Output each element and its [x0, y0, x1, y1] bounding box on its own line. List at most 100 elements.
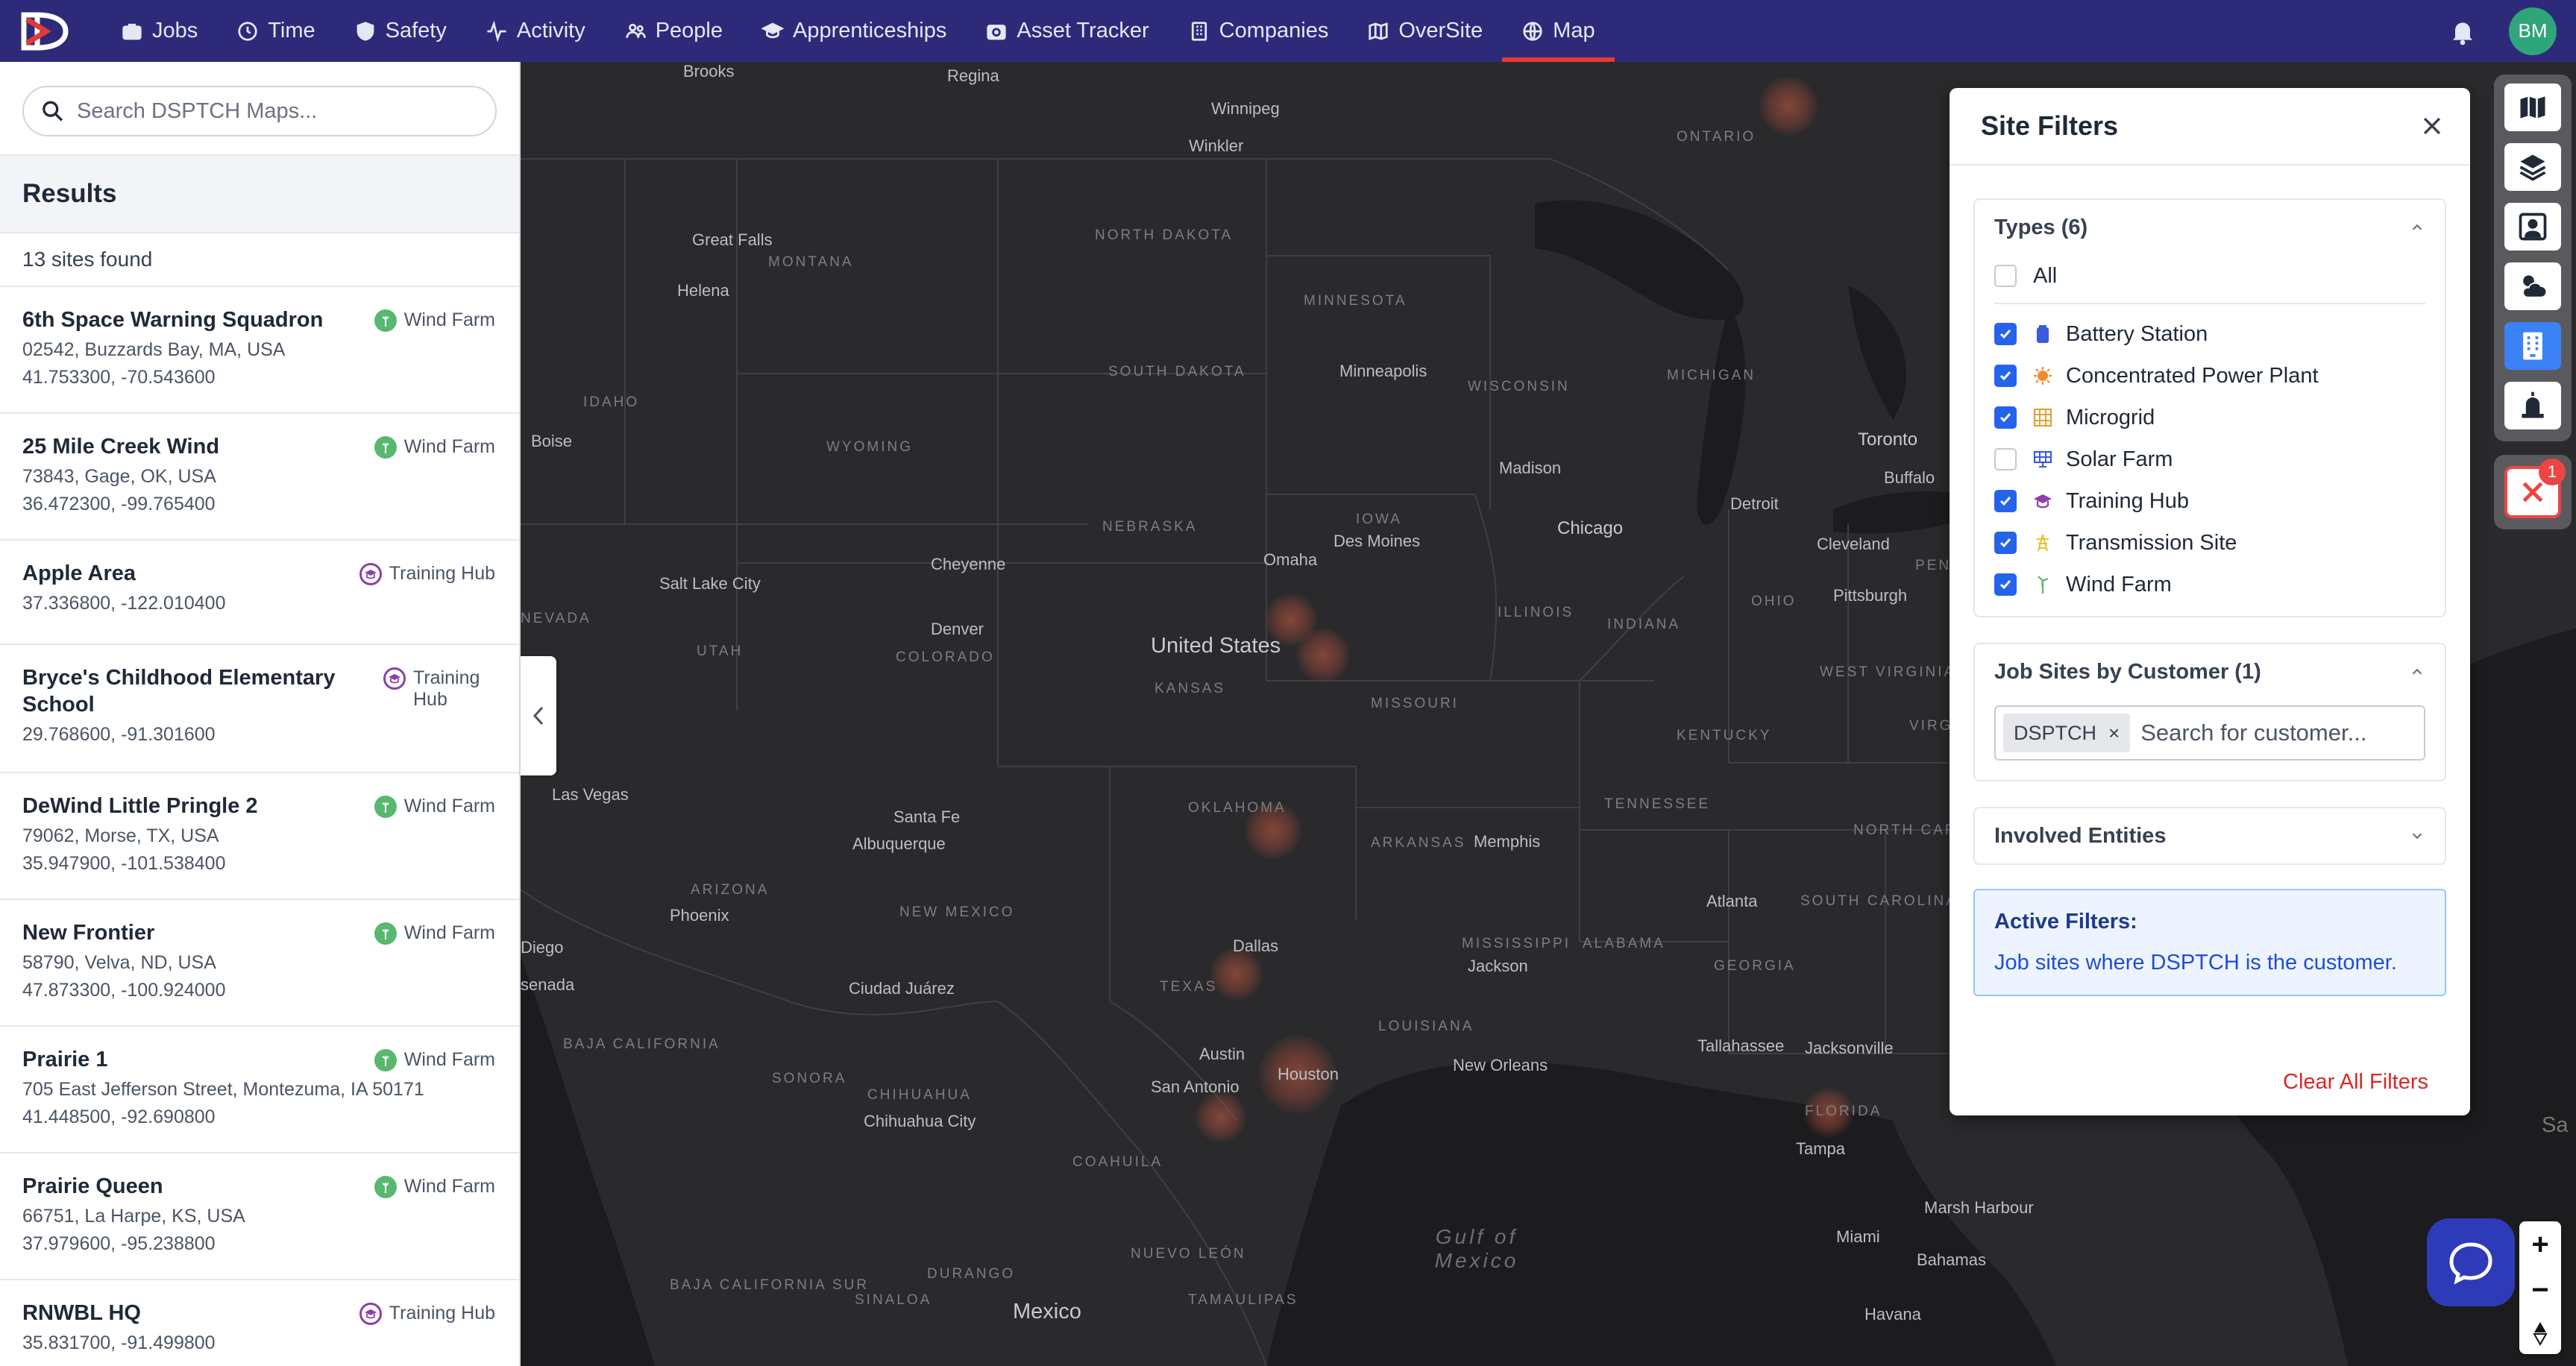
entities-section-header[interactable]: Involved Entities — [1975, 808, 2445, 863]
close-icon[interactable] — [2419, 113, 2445, 139]
site-type-label: Training Hub — [389, 563, 495, 584]
nav-asset-tracker[interactable]: Asset Tracker — [966, 0, 1168, 62]
map-label: Winkler — [1189, 136, 1244, 155]
active-filters-summary: Active Filters: Job sites where DSPTCH i… — [1973, 889, 2446, 996]
search-icon — [43, 101, 63, 122]
checkbox[interactable] — [1994, 532, 2017, 554]
site-list-item[interactable]: DeWind Little Pringle 2 79062, Morse, TX… — [0, 773, 519, 900]
type-filter-label: Concentrated Power Plant — [2066, 363, 2319, 388]
nav-apprenticeships[interactable]: Apprenticeships — [742, 0, 966, 62]
customer-chip[interactable]: DSPTCH × — [2003, 714, 2131, 752]
map-search-box[interactable] — [22, 86, 497, 136]
map-label: Buffalo — [1884, 468, 1935, 487]
map-label: SINALOA — [855, 1292, 932, 1308]
clear-all-filters-button[interactable]: Clear All Filters — [2283, 1070, 2428, 1095]
site-heat-marker[interactable] — [1196, 1092, 1246, 1142]
site-list-item[interactable]: 25 Mile Creek Wind 73843, Gage, OK, USA … — [0, 414, 519, 541]
solar-panel-icon — [2033, 450, 2052, 469]
site-coordinates: 35.947900, -101.538400 — [22, 853, 226, 874]
site-type-badge: Wind Farm — [374, 1176, 495, 1198]
nav-time[interactable]: Time — [217, 0, 334, 62]
site-address: 79062, Morse, TX, USA — [22, 825, 219, 846]
wind-turbine-icon — [374, 436, 397, 459]
nav-companies[interactable]: Companies — [1169, 0, 1348, 62]
checkbox[interactable] — [1994, 323, 2017, 345]
checkbox-all[interactable] — [1994, 265, 2017, 287]
checkbox[interactable] — [1994, 490, 2017, 512]
site-heat-marker[interactable] — [1296, 629, 1350, 682]
dsptch-logo[interactable] — [21, 10, 72, 52]
remove-chip-icon[interactable]: × — [2108, 722, 2120, 745]
site-type-badge: Training Hub — [359, 563, 495, 585]
type-filter-all[interactable]: All — [1975, 255, 2445, 297]
type-filter-concentrated-power-plant[interactable]: Concentrated Power Plant — [1975, 355, 2445, 397]
nav-jobs[interactable]: Jobs — [101, 0, 217, 62]
map-label: Chihuahua City — [864, 1112, 976, 1130]
layers-icon — [2519, 154, 2546, 181]
layers-tool[interactable] — [2504, 143, 2561, 191]
type-filter-label: Battery Station — [2066, 321, 2208, 346]
checkbox[interactable] — [1994, 406, 2017, 429]
checkbox[interactable] — [1994, 448, 2017, 470]
alerts-tool[interactable] — [2504, 382, 2561, 429]
map-label: WISCONSIN — [1468, 379, 1570, 394]
map-label: OHIO — [1751, 594, 1797, 609]
map-label: LOUISIANA — [1378, 1019, 1474, 1034]
help-chat-button[interactable] — [2427, 1218, 2515, 1306]
checkbox[interactable] — [1994, 365, 2017, 387]
type-filter-wind-farm[interactable]: Wind Farm — [1975, 564, 2445, 605]
type-filter-label: All — [2033, 263, 2058, 288]
site-heat-marker[interactable] — [1759, 77, 1818, 135]
map-label: Bahamas — [1917, 1250, 1986, 1269]
type-filter-training-hub[interactable]: Training Hub — [1975, 480, 2445, 522]
site-address: 58790, Velva, ND, USA — [22, 952, 216, 973]
user-avatar[interactable]: BM — [2509, 7, 2557, 55]
compass-icon[interactable] — [2531, 1321, 2550, 1347]
customer-section-header[interactable]: Job Sites by Customer (1) — [1975, 644, 2445, 699]
map-icon — [2520, 96, 2545, 119]
zoom-in-button[interactable]: + — [2531, 1230, 2548, 1259]
wind-turbine-icon — [374, 1176, 397, 1198]
map-label: Gulf of Mexico — [1434, 1225, 1519, 1272]
map-search-input[interactable] — [77, 98, 479, 124]
site-list-item[interactable]: RNWBL HQ 35.831700, -91.499800 Training … — [0, 1280, 519, 1366]
bell-icon[interactable] — [2448, 16, 2478, 46]
nav-activity-label: Activity — [516, 19, 585, 43]
nav-safety-label: Safety — [385, 19, 447, 43]
collapse-panel-button[interactable] — [521, 656, 556, 775]
site-list-item[interactable]: Prairie 1 705 East Jefferson Street, Mon… — [0, 1027, 519, 1153]
site-type-label: Wind Farm — [403, 309, 495, 330]
site-list-item[interactable]: Apple Area 37.336800, -122.010400 Traini… — [0, 541, 519, 645]
site-list-item[interactable]: Bryce's Childhood Elementary School 29.7… — [0, 645, 519, 773]
type-filter-microgrid[interactable]: Microgrid — [1975, 397, 2445, 438]
nav-people[interactable]: People — [605, 0, 742, 62]
checkbox[interactable] — [1994, 573, 2017, 596]
transmission-icon — [2033, 533, 2052, 553]
beacon-icon — [2522, 391, 2544, 418]
site-list-item[interactable]: New Frontier 58790, Velva, ND, USA 47.87… — [0, 900, 519, 1027]
type-filter-solar-farm[interactable]: Solar Farm — [1975, 438, 2445, 480]
nav-safety[interactable]: Safety — [335, 0, 466, 62]
nav-oversite[interactable]: OverSite — [1348, 0, 1502, 62]
zoom-out-button[interactable]: − — [2531, 1275, 2548, 1305]
nav-map[interactable]: Map — [1502, 0, 1615, 62]
map-label: NEVADA — [521, 611, 591, 626]
nav-activity[interactable]: Activity — [466, 0, 605, 62]
sites-tool[interactable] — [2504, 322, 2561, 370]
entities-header-label: Involved Entities — [1994, 823, 2167, 848]
site-type-label: Wind Farm — [403, 1176, 495, 1197]
basemap-tool[interactable] — [2504, 84, 2561, 131]
clear-map-button[interactable]: 1 — [2504, 459, 2566, 518]
site-list-item[interactable]: Prairie Queen 66751, La Harpe, KS, USA 3… — [0, 1153, 519, 1280]
types-section-header[interactable]: Types (6) — [1975, 200, 2445, 255]
customer-search-box[interactable]: DSPTCH × — [1994, 705, 2425, 761]
site-type-label: Training Hub — [389, 1303, 495, 1323]
map-label: Helena — [677, 281, 729, 300]
type-filter-transmission-site[interactable]: Transmission Site — [1975, 522, 2445, 564]
customer-search-input[interactable] — [2140, 720, 2416, 746]
weather-tool[interactable] — [2504, 262, 2561, 310]
type-filter-battery-station[interactable]: Battery Station — [1975, 313, 2445, 355]
people-tool[interactable] — [2504, 203, 2561, 251]
site-list-item[interactable]: 6th Space Warning Squadron 02542, Buzzar… — [0, 287, 519, 414]
site-coordinates: 37.979600, -95.238800 — [22, 1233, 216, 1254]
